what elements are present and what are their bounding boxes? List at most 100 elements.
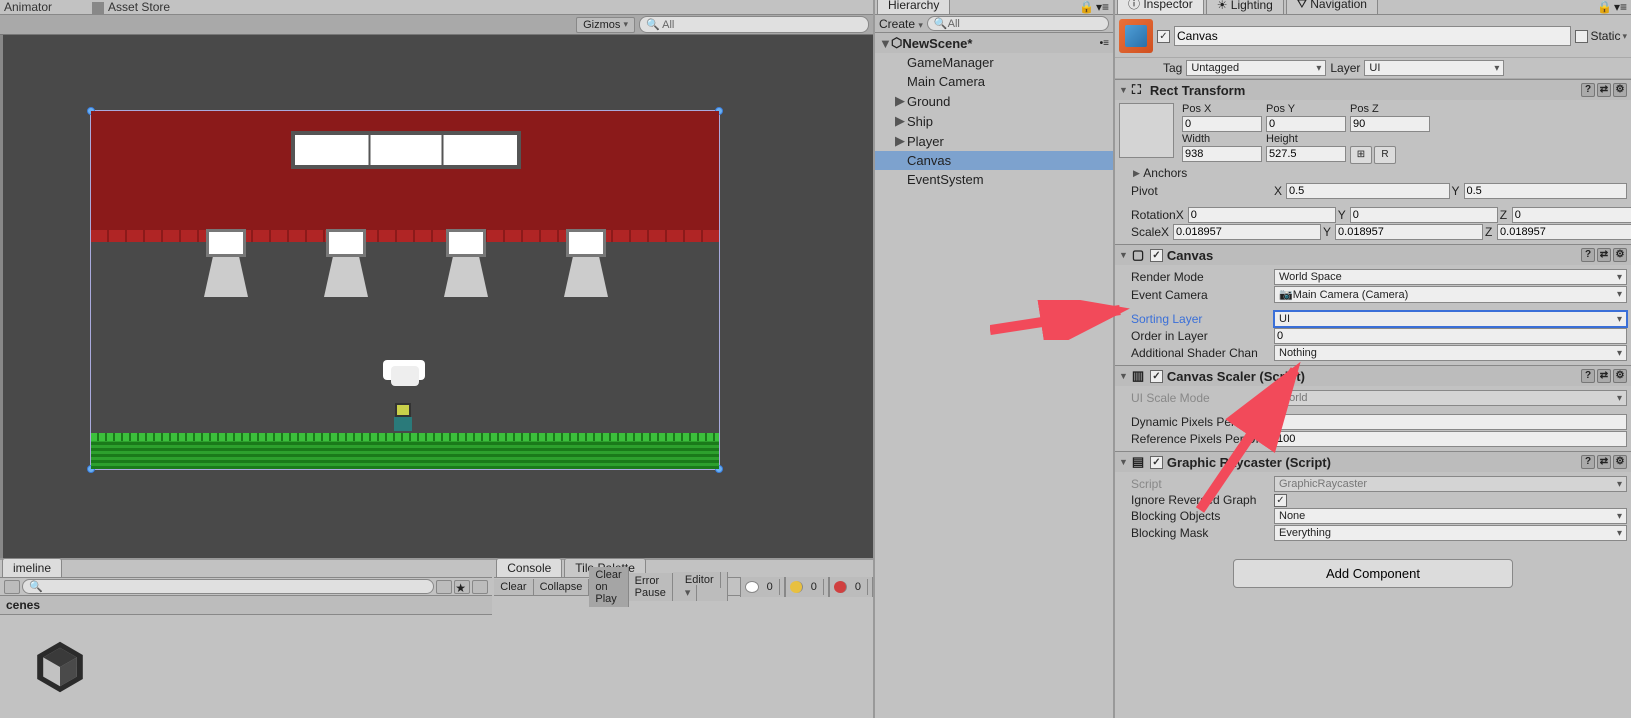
anchors-foldout[interactable]: ▶ Anchors (1119, 164, 1627, 182)
preset-icon[interactable]: ⇄ (1597, 248, 1611, 262)
help-icon[interactable]: ? (1581, 248, 1595, 262)
lock-icon[interactable]: 🔒 (1597, 0, 1612, 14)
script-field: GraphicRaycaster (1274, 476, 1627, 492)
hierarchy-item-ship[interactable]: ▶Ship (875, 111, 1113, 131)
canvas-component-header[interactable]: ▼▢Canvas ?⇄⚙ (1115, 245, 1631, 265)
tab-navigation[interactable]: ⛛ Navigation (1286, 0, 1378, 14)
pivotx-field[interactable] (1286, 183, 1450, 199)
gear-icon[interactable]: ⚙ (1613, 248, 1627, 262)
tab-hierarchy[interactable]: Hierarchy (877, 0, 950, 14)
dynamic-ppu-field[interactable] (1274, 414, 1627, 430)
gear-icon[interactable]: ⚙ (1613, 455, 1627, 469)
canvas-gizmo[interactable] (90, 110, 720, 470)
scaler-enabled-checkbox[interactable] (1150, 370, 1163, 383)
tab-animator[interactable]: Animator (4, 0, 52, 14)
tab-lighting[interactable]: ☀ Lighting (1206, 0, 1284, 14)
posz-field[interactable] (1350, 116, 1430, 132)
favorite-icon[interactable]: ★ (454, 580, 470, 594)
camera-gizmo[interactable] (391, 366, 419, 386)
rect-transform-header[interactable]: ▼⛶Rect Transform ?⇄⚙ (1115, 80, 1631, 100)
error-count[interactable]: 0 (829, 577, 873, 597)
player-sprite (391, 403, 415, 431)
roty-field[interactable] (1350, 207, 1498, 223)
menu-icon[interactable]: ▾≡ (1614, 0, 1627, 14)
hierarchy-item-canvas[interactable]: Canvas (875, 151, 1113, 170)
anchor-preset-icon[interactable] (1119, 103, 1174, 158)
order-in-layer-field[interactable] (1274, 328, 1627, 344)
hierarchy-scene[interactable]: ▼⬡ NewScene*•≡ (875, 33, 1113, 53)
gizmos-dropdown[interactable]: Gizmos ▾ (576, 17, 635, 33)
blocking-objects-dropdown[interactable]: None (1274, 508, 1627, 524)
create-dropdown[interactable]: Create ▾ (879, 17, 923, 31)
preset-icon[interactable]: ⇄ (1597, 455, 1611, 469)
tag-dropdown[interactable]: Untagged (1186, 60, 1326, 76)
hierarchy-search[interactable]: 🔍All (927, 16, 1109, 31)
scene-view[interactable] (0, 35, 873, 558)
hierarchy-item-eventsystem[interactable]: EventSystem (875, 170, 1113, 189)
raycaster-enabled-checkbox[interactable] (1150, 456, 1163, 469)
active-checkbox[interactable] (1157, 30, 1170, 43)
posx-field[interactable] (1182, 116, 1262, 132)
gear-icon[interactable]: ⚙ (1613, 83, 1627, 97)
warn-count[interactable]: 0 (785, 577, 829, 597)
tab-console[interactable]: Console (496, 558, 562, 577)
sorting-layer-dropdown[interactable]: UI (1274, 311, 1627, 327)
layer-dropdown[interactable]: UI (1364, 60, 1504, 76)
tab-asset-store[interactable]: Asset Store (92, 0, 170, 14)
gear-icon[interactable]: ⚙ (1613, 369, 1627, 383)
pivoty-field[interactable] (1464, 183, 1628, 199)
error-pause-button[interactable]: Error Pause (629, 573, 673, 601)
collapse-button[interactable]: Collapse (534, 579, 590, 595)
shader-channels-dropdown[interactable]: Nothing (1274, 345, 1627, 361)
help-icon[interactable]: ? (1581, 369, 1595, 383)
hierarchy-item-ground[interactable]: ▶Ground (875, 91, 1113, 111)
help-icon[interactable]: ? (1581, 455, 1595, 469)
blueprint-icon[interactable]: ⊞ (1350, 146, 1372, 164)
canvas-scaler-header[interactable]: ▼▥Canvas Scaler (Script) ?⇄⚙ (1115, 366, 1631, 386)
scenes-header[interactable]: cenes (0, 596, 492, 615)
scalex-field[interactable] (1173, 224, 1321, 240)
static-checkbox[interactable] (1575, 30, 1588, 43)
scalez-field[interactable] (1497, 224, 1631, 240)
tab-inspector[interactable]: ⓘ Inspector (1117, 0, 1204, 14)
scene-search[interactable]: 🔍 All (639, 16, 869, 33)
event-camera-field[interactable]: 📷Main Camera (Camera) (1274, 286, 1627, 303)
preset-icon[interactable]: ⇄ (1597, 83, 1611, 97)
lock-icon[interactable]: 🔒 (1079, 0, 1094, 14)
gameobject-icon[interactable] (1119, 19, 1153, 53)
hierarchy-item-gamemanager[interactable]: GameManager (875, 53, 1113, 72)
clear-button[interactable]: Clear (494, 579, 533, 595)
static-dropdown-icon[interactable]: ▾ (1622, 31, 1627, 42)
hierarchy-item-player[interactable]: ▶Player (875, 131, 1113, 151)
help-icon[interactable]: ? (1581, 83, 1595, 97)
name-field[interactable] (1174, 26, 1571, 46)
raw-edit-button[interactable]: R (1374, 146, 1396, 164)
graphic-raycaster-header[interactable]: ▼▤Graphic Raycaster (Script) ?⇄⚙ (1115, 452, 1631, 472)
tab-timeline[interactable]: imeline (2, 558, 62, 577)
height-field[interactable] (1266, 146, 1346, 162)
hierarchy-item-main-camera[interactable]: Main Camera (875, 72, 1113, 91)
scaley-field[interactable] (1335, 224, 1483, 240)
hierarchy-tree: ▼⬡ NewScene*•≡ GameManagerMain Camera▶Gr… (875, 33, 1113, 718)
add-component-button[interactable]: Add Component (1233, 559, 1513, 588)
top-tabs: Animator Asset Store (0, 0, 873, 15)
posy-field[interactable] (1266, 116, 1346, 132)
width-field[interactable] (1182, 146, 1262, 162)
filter-icon[interactable] (436, 580, 452, 594)
editor-dropdown[interactable]: Editor ▾ (673, 572, 728, 601)
menu-icon[interactable]: ▾≡ (1096, 0, 1109, 14)
playback-prev-icon[interactable] (4, 580, 20, 594)
blocking-mask-dropdown[interactable]: Everything (1274, 525, 1627, 541)
ui-scale-mode-dropdown: World (1274, 390, 1627, 406)
ignore-reversed-checkbox[interactable] (1274, 494, 1287, 507)
canvas-enabled-checkbox[interactable] (1150, 249, 1163, 262)
info-count[interactable]: 0 (740, 577, 785, 597)
rotx-field[interactable] (1188, 207, 1336, 223)
render-mode-dropdown[interactable]: World Space (1274, 269, 1627, 285)
preset-icon[interactable]: ⇄ (1597, 369, 1611, 383)
project-search[interactable]: 🔍 (22, 579, 434, 594)
rotz-field[interactable] (1512, 207, 1631, 223)
list-icon[interactable] (472, 580, 488, 594)
clear-on-play-button[interactable]: Clear on Play (589, 567, 628, 607)
reference-ppu-field[interactable] (1274, 431, 1627, 447)
